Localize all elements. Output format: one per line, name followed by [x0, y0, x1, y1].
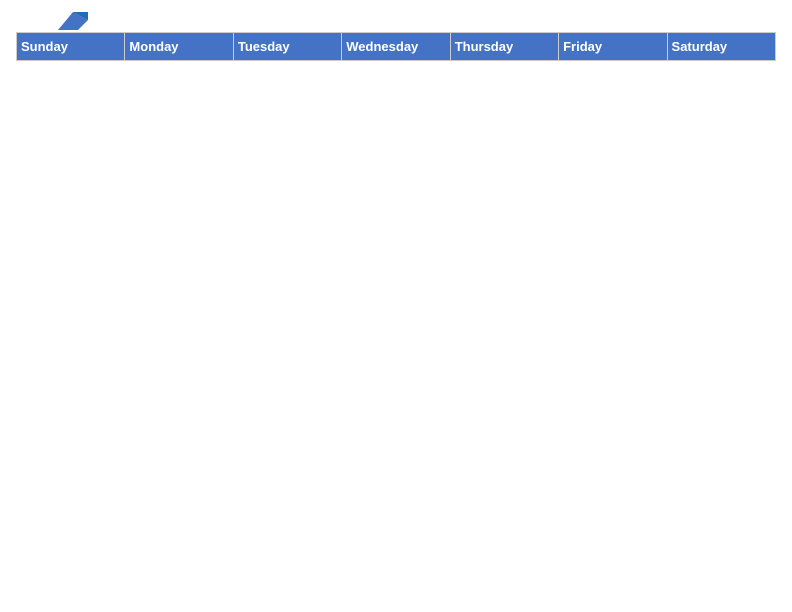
calendar-table: SundayMondayTuesdayWednesdayThursdayFrid…: [16, 32, 776, 61]
day-header-thursday: Thursday: [450, 33, 558, 61]
calendar-header-row: SundayMondayTuesdayWednesdayThursdayFrid…: [17, 33, 776, 61]
day-header-sunday: Sunday: [17, 33, 125, 61]
day-header-monday: Monday: [125, 33, 233, 61]
day-header-friday: Friday: [559, 33, 667, 61]
header: [16, 16, 776, 24]
day-header-tuesday: Tuesday: [233, 33, 341, 61]
day-header-wednesday: Wednesday: [342, 33, 450, 61]
day-header-saturday: Saturday: [667, 33, 775, 61]
logo: [16, 16, 88, 24]
logo-icon: [58, 12, 88, 30]
